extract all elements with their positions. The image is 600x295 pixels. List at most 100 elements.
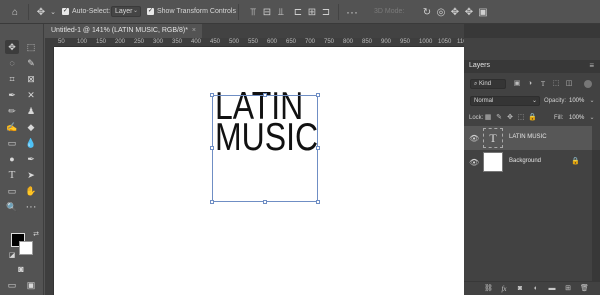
ruler-tick-label: 350 <box>172 39 183 45</box>
stamp-tool-icon[interactable]: ♟ <box>24 104 38 118</box>
layer-row-background[interactable]: 👁 Background 🔒 <box>464 150 592 174</box>
layers-scrollbar[interactable] <box>592 150 600 290</box>
more-options-icon[interactable]: ··· <box>345 5 359 19</box>
type-tool-icon[interactable]: T <box>5 168 19 182</box>
adjustment-filter-icon[interactable]: ◑ <box>526 80 534 88</box>
transform-handle[interactable] <box>263 200 267 204</box>
adjustment-layer-icon[interactable]: ◐ <box>532 285 540 293</box>
chevron-down-icon: ⌄ <box>531 98 537 104</box>
transform-handle[interactable] <box>210 146 214 150</box>
layers-panel-footer: ⛓ fx ◙ ◐ ▬ ⊞ 🗑 <box>464 281 600 295</box>
lock-transparent-icon[interactable]: ▦ <box>484 114 492 122</box>
transform-handle[interactable] <box>210 93 214 97</box>
layer-name[interactable]: LATIN MUSIC <box>509 134 547 140</box>
opacity-value[interactable]: 100% <box>569 98 584 104</box>
lock-all-icon[interactable]: 🔒 <box>528 114 537 122</box>
hand-tool-icon[interactable]: ✋ <box>24 184 38 198</box>
close-icon[interactable]: × <box>192 27 196 34</box>
lock-artboard-icon[interactable]: ⬚ <box>517 114 525 122</box>
eye-icon[interactable]: 👁 <box>469 134 479 143</box>
move-tool-icon[interactable]: ✥ <box>5 40 19 54</box>
trash-icon[interactable]: 🗑 <box>580 285 589 293</box>
artboard-tool-icon[interactable]: ⬚ <box>24 40 38 54</box>
layers-panel-title[interactable]: Layers <box>469 62 490 69</box>
tool-preset-chevron-icon[interactable]: ⌄ <box>46 5 60 19</box>
lock-pixels-icon[interactable]: ✎ <box>495 114 503 122</box>
screen-mode-alt-icon[interactable]: ▣ <box>24 278 38 292</box>
3d-slide-icon: ✥ <box>464 6 474 18</box>
document-tab[interactable]: Untitled-1 @ 141% (LATIN MUSIC, RGB/8)* × <box>45 24 203 38</box>
type-filter-icon[interactable]: T <box>539 80 547 88</box>
transform-handle[interactable] <box>210 200 214 204</box>
transform-bounding-box[interactable] <box>210 93 320 204</box>
auto-select-label: Auto-Select: <box>72 8 111 15</box>
lasso-tool-icon[interactable]: ◌ <box>5 56 19 70</box>
chevron-down-icon[interactable]: ⌄ <box>588 97 596 105</box>
layer-filter-dropdown[interactable]: ⌕ Kind <box>470 79 506 89</box>
history-brush-tool-icon[interactable]: ✍ <box>5 120 19 134</box>
panel-dock-strip <box>464 24 600 38</box>
shape-filter-icon[interactable]: ⬚ <box>552 80 560 88</box>
eraser-tool-icon[interactable]: ◆ <box>24 120 38 134</box>
transform-handle[interactable] <box>263 93 267 97</box>
lock-position-icon[interactable]: ✥ <box>506 114 514 122</box>
eyedropper-tool-icon[interactable]: ✒ <box>5 88 19 102</box>
layer-name[interactable]: Background <box>509 158 541 164</box>
horizontal-ruler[interactable]: 50 100 150 200 250 300 350 400 450 500 550 600 650 70… <box>54 38 464 47</box>
gradient-tool-icon[interactable]: ▭ <box>5 136 19 150</box>
ruler-tick-label: 400 <box>191 39 202 45</box>
panel-menu-icon[interactable]: ≡ <box>589 61 594 70</box>
show-transform-checkbox[interactable]: ✓ <box>147 8 154 15</box>
rectangle-tool-icon[interactable]: ▭ <box>5 184 19 198</box>
transform-handle[interactable] <box>316 146 320 150</box>
layer-mask-icon[interactable]: ◙ <box>516 285 524 293</box>
3d-orbit-icon: ↻ <box>422 6 432 18</box>
document-canvas[interactable]: LATIN MUSIC <box>54 47 464 295</box>
align-left-icon[interactable]: ⊏ <box>291 5 305 19</box>
align-top-icon[interactable]: ⫪ <box>246 5 260 19</box>
pixel-filter-icon[interactable]: ▣ <box>513 80 521 88</box>
chevron-down-icon[interactable]: ⌄ <box>588 114 596 122</box>
layer-row-latin-music[interactable]: 👁 T LATIN MUSIC <box>464 126 592 150</box>
ruler-tick-label: 250 <box>134 39 145 45</box>
home-icon[interactable]: ⌂ <box>8 5 22 19</box>
document-tab-title: Untitled-1 @ 141% (LATIN MUSIC, RGB/8) <box>51 27 186 34</box>
vertical-ruler[interactable] <box>45 47 54 295</box>
link-layers-icon[interactable]: ⛓ <box>484 285 493 293</box>
new-group-icon[interactable]: ▬ <box>548 285 556 293</box>
new-layer-icon[interactable]: ⊞ <box>564 285 572 293</box>
align-right-icon[interactable]: ⊐ <box>319 5 333 19</box>
align-bottom-icon[interactable]: ⫫ <box>274 5 288 19</box>
auto-select-dropdown[interactable]: Layer ⌄ <box>111 6 141 17</box>
align-hcenter-icon[interactable]: ⊞ <box>305 5 319 19</box>
filter-toggle-icon[interactable] <box>584 80 592 88</box>
blend-mode-dropdown[interactable]: Normal ⌄ <box>470 96 540 106</box>
smart-object-filter-icon[interactable]: ◫ <box>565 80 573 88</box>
dodge-tool-icon[interactable]: ● <box>5 152 19 166</box>
type-layer-thumbnail: T <box>483 128 503 148</box>
tools-panel: ✥ ⬚ ◌ ✎ ⌗ ⊠ ✒ ✕ ✏ ♟ ✍ ◆ ▭ 💧 ● ✒ T ➤ ▭ ✋ … <box>0 24 44 295</box>
healing-tool-icon[interactable]: ✕ <box>24 88 38 102</box>
transform-handle[interactable] <box>316 200 320 204</box>
pen-tool-icon[interactable]: ✒ <box>24 152 38 166</box>
layer-style-icon[interactable]: fx <box>500 285 508 293</box>
quick-mask-icon[interactable]: ◙ <box>14 262 28 276</box>
align-vcenter-icon[interactable]: ⊟ <box>260 5 274 19</box>
blur-tool-icon[interactable]: 💧 <box>24 136 38 150</box>
crop-tool-icon[interactable]: ⌗ <box>5 72 19 86</box>
screen-mode-icon[interactable]: ▭ <box>5 278 19 292</box>
frame-tool-icon[interactable]: ⊠ <box>24 72 38 86</box>
path-select-tool-icon[interactable]: ➤ <box>24 168 38 182</box>
transform-handle[interactable] <box>316 93 320 97</box>
eye-icon[interactable]: 👁 <box>469 158 479 167</box>
brush-tool-icon[interactable]: ✏ <box>5 104 19 118</box>
zoom-tool-icon[interactable]: 🔍 <box>5 200 19 214</box>
background-color-swatch[interactable] <box>19 241 33 255</box>
swap-colors-icon[interactable]: ⇄ <box>29 227 43 241</box>
more-tools-icon[interactable]: ··· <box>24 200 38 214</box>
chevron-down-icon: ⌄ <box>132 8 138 14</box>
quick-select-tool-icon[interactable]: ✎ <box>24 56 38 70</box>
auto-select-checkbox[interactable]: ✓ <box>62 8 69 15</box>
fill-value[interactable]: 100% <box>569 115 584 121</box>
default-colors-icon[interactable]: ◪ <box>5 248 19 262</box>
